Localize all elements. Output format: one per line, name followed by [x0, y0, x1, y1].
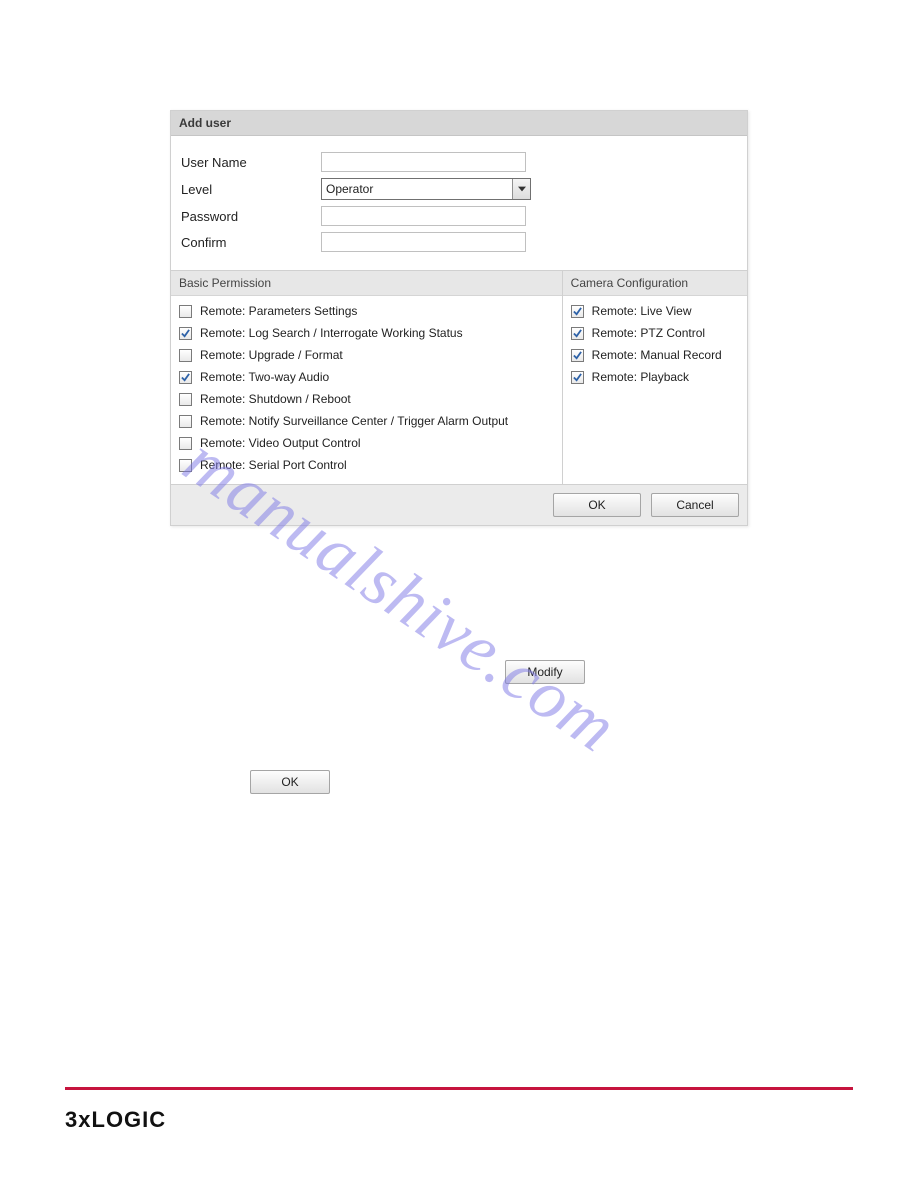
- form-area: User Name Level Operator Password Confir…: [171, 136, 747, 270]
- cancel-button[interactable]: Cancel: [651, 493, 739, 517]
- permission-item: Remote: Live View: [569, 300, 741, 322]
- level-select[interactable]: Operator: [321, 178, 531, 200]
- level-label: Level: [181, 182, 321, 197]
- permission-item: Remote: Shutdown / Reboot: [177, 388, 556, 410]
- permission-label: Remote: Video Output Control: [200, 436, 361, 450]
- modify-button[interactable]: Modify: [505, 660, 585, 684]
- checkbox[interactable]: [571, 327, 584, 340]
- checkbox[interactable]: [179, 371, 192, 384]
- checkbox[interactable]: [571, 371, 584, 384]
- permission-item: Remote: Log Search / Interrogate Working…: [177, 322, 556, 344]
- username-input[interactable]: [321, 152, 526, 172]
- ok-button-standalone[interactable]: OK: [250, 770, 330, 794]
- permission-item: Remote: Upgrade / Format: [177, 344, 556, 366]
- dialog-button-bar: OK Cancel: [171, 484, 747, 525]
- add-user-dialog: Add user User Name Level Operator Passwo…: [170, 110, 748, 526]
- camera-config-header: Camera Configuration: [563, 271, 747, 296]
- permission-label: Remote: Parameters Settings: [200, 304, 357, 318]
- permission-label: Remote: Two-way Audio: [200, 370, 329, 384]
- camera-config-column: Camera Configuration Remote: Live ViewRe…: [563, 271, 747, 484]
- permission-label: Remote: Upgrade / Format: [200, 348, 343, 362]
- permission-label: Remote: Shutdown / Reboot: [200, 392, 351, 406]
- row-confirm: Confirm: [181, 232, 737, 252]
- permissions-grid: Basic Permission Remote: Parameters Sett…: [171, 270, 747, 484]
- ok-button[interactable]: OK: [553, 493, 641, 517]
- permission-label: Remote: Notify Surveillance Center / Tri…: [200, 414, 508, 428]
- permission-item: Remote: Parameters Settings: [177, 300, 556, 322]
- permission-item: Remote: Two-way Audio: [177, 366, 556, 388]
- brand-suffix: LOGIC: [92, 1107, 167, 1132]
- username-label: User Name: [181, 155, 321, 170]
- row-username: User Name: [181, 152, 737, 172]
- permission-label: Remote: Log Search / Interrogate Working…: [200, 326, 463, 340]
- permission-item: Remote: Notify Surveillance Center / Tri…: [177, 410, 556, 432]
- permission-label: Remote: Playback: [592, 370, 689, 384]
- brand-logo: 3xLOGIC: [65, 1107, 166, 1133]
- confirm-input[interactable]: [321, 232, 526, 252]
- chevron-down-icon: [512, 179, 530, 199]
- basic-permission-header: Basic Permission: [171, 271, 562, 296]
- brand-x: x: [78, 1107, 91, 1132]
- permission-item: Remote: Serial Port Control: [177, 454, 556, 476]
- permission-label: Remote: Serial Port Control: [200, 458, 347, 472]
- confirm-label: Confirm: [181, 235, 321, 250]
- checkbox[interactable]: [179, 305, 192, 318]
- level-value: Operator: [322, 182, 512, 196]
- checkbox[interactable]: [179, 459, 192, 472]
- password-input[interactable]: [321, 206, 526, 226]
- row-level: Level Operator: [181, 178, 737, 200]
- footer-divider: [65, 1087, 853, 1090]
- password-label: Password: [181, 209, 321, 224]
- basic-permission-column: Basic Permission Remote: Parameters Sett…: [171, 271, 563, 484]
- checkbox[interactable]: [571, 349, 584, 362]
- dialog-title: Add user: [171, 111, 747, 136]
- camera-config-list: Remote: Live View Remote: PTZ Control Remo…: [563, 296, 747, 396]
- checkbox[interactable]: [179, 393, 192, 406]
- checkbox[interactable]: [179, 327, 192, 340]
- checkbox[interactable]: [179, 415, 192, 428]
- permission-item: Remote: Manual Record: [569, 344, 741, 366]
- checkbox[interactable]: [179, 349, 192, 362]
- permission-label: Remote: PTZ Control: [592, 326, 705, 340]
- row-password: Password: [181, 206, 737, 226]
- brand-prefix: 3: [65, 1107, 78, 1132]
- checkbox[interactable]: [179, 437, 192, 450]
- permission-item: Remote: Playback: [569, 366, 741, 388]
- permission-label: Remote: Live View: [592, 304, 692, 318]
- permission-item: Remote: PTZ Control: [569, 322, 741, 344]
- permission-label: Remote: Manual Record: [592, 348, 722, 362]
- basic-permission-list: Remote: Parameters Settings Remote: Log S…: [171, 296, 562, 484]
- permission-item: Remote: Video Output Control: [177, 432, 556, 454]
- checkbox[interactable]: [571, 305, 584, 318]
